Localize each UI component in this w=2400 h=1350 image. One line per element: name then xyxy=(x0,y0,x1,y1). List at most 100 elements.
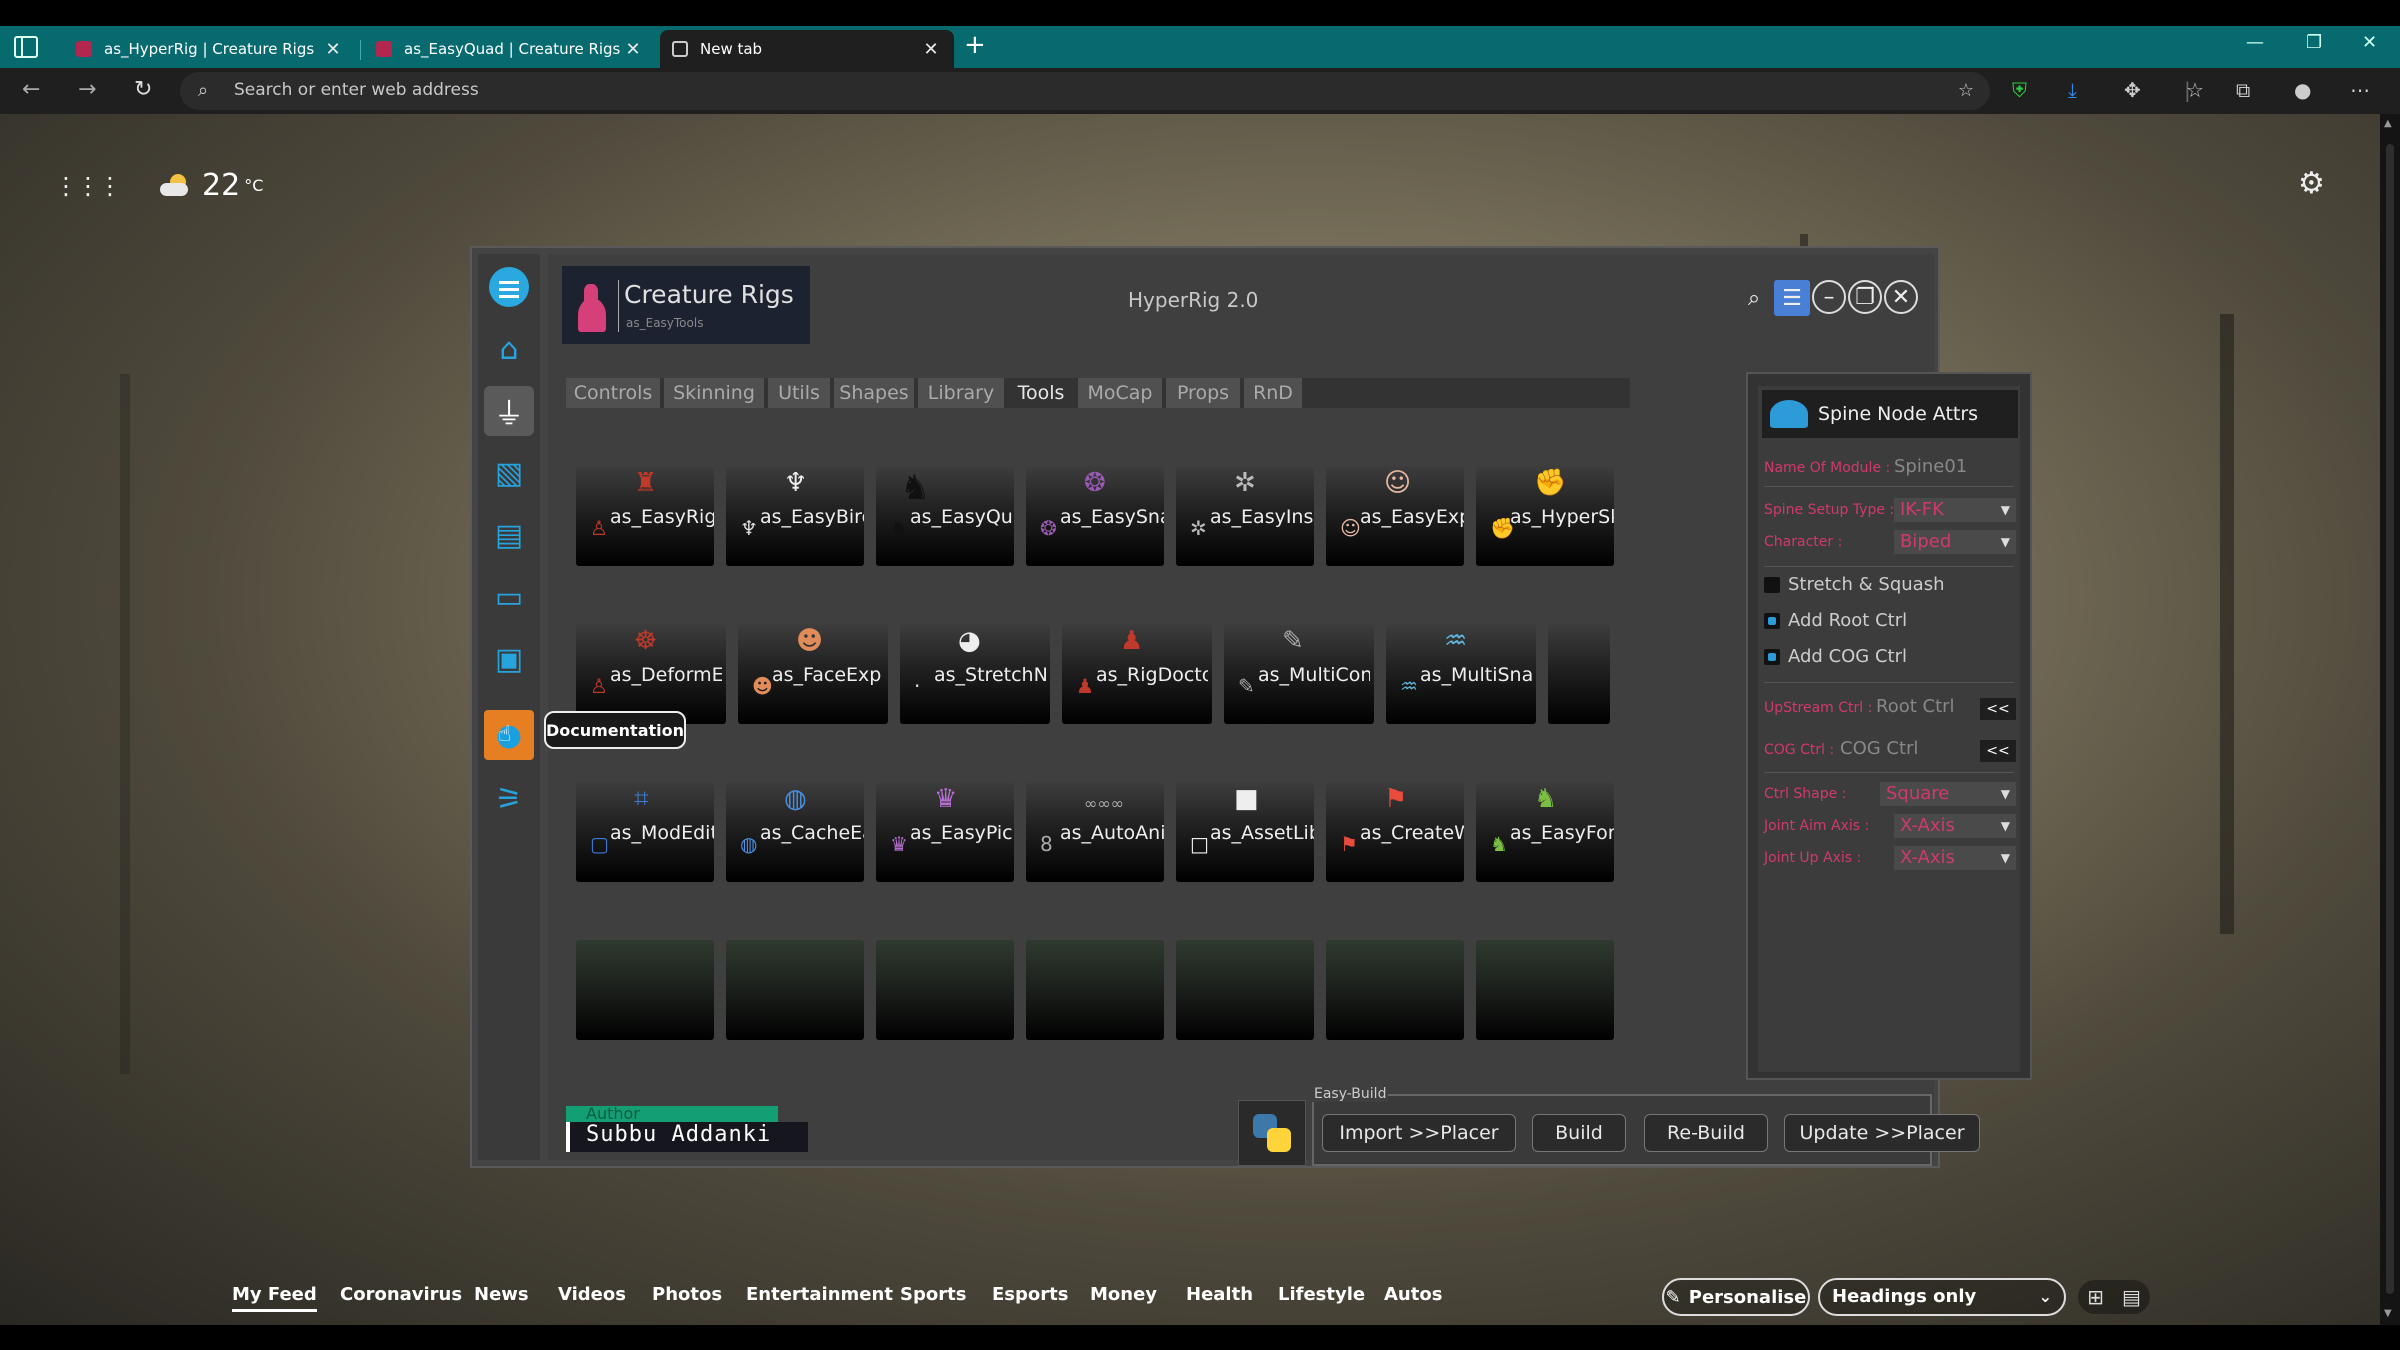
tool-stretchnsquash[interactable]: ◕ · as_StretchNSquash xyxy=(900,624,1050,724)
tool-easybird[interactable]: ♆ ♆ as_EasyBird xyxy=(726,466,864,566)
tab-controls[interactable]: Controls xyxy=(566,378,660,408)
tool-empty-slot[interactable] xyxy=(1176,940,1314,1040)
feed-tab-money[interactable]: Money xyxy=(1090,1284,1157,1305)
feed-tab-entertainment[interactable]: Entertainment xyxy=(746,1284,893,1305)
rebuild-button[interactable]: Re-Build xyxy=(1644,1114,1768,1152)
restore-icon[interactable]: ❐ xyxy=(1848,280,1882,314)
tab-easyquad[interactable]: as_EasyQuad | Creature Rigs ✕ xyxy=(364,30,656,68)
feed-tab-my-feed[interactable]: My Feed xyxy=(232,1284,317,1312)
more-icon[interactable]: ⋯ xyxy=(2350,78,2370,102)
import-placer-button[interactable]: Import >>Placer xyxy=(1322,1114,1516,1152)
tab-tools[interactable]: Tools xyxy=(1008,378,1074,408)
tool-hyperskin[interactable]: ✊ ✊ as_HyperSkin xyxy=(1476,466,1614,566)
python-button[interactable] xyxy=(1238,1100,1306,1166)
stretch-squash-checkbox[interactable]: Stretch & Squash xyxy=(1764,574,1944,595)
add-favorite-icon[interactable]: ☆ xyxy=(1958,80,1974,101)
tool-empty-slot[interactable] xyxy=(876,940,1014,1040)
page-scrollbar[interactable]: ▲ ▼ xyxy=(2380,114,2400,1325)
tool-empty-slot[interactable] xyxy=(576,940,714,1040)
refresh-icon[interactable]: ↻ xyxy=(134,77,152,102)
tab-rnd[interactable]: RnD xyxy=(1244,378,1302,408)
joint-up-axis-dropdown[interactable]: X-Axis ▼ xyxy=(1894,846,2016,870)
scroll-up-icon[interactable]: ▲ xyxy=(2384,118,2392,129)
tool-cacheeasy[interactable]: ◍ ◍ as_CacheEasy xyxy=(726,782,864,882)
close-icon[interactable]: ✕ xyxy=(622,39,644,60)
minimize-icon[interactable]: – xyxy=(1812,280,1846,314)
grid-layout-icon[interactable]: ⊞ xyxy=(2087,1285,2104,1309)
tab-hyperrig[interactable]: as_HyperRig | Creature Rigs ✕ xyxy=(64,30,356,68)
close-icon[interactable]: ✕ xyxy=(920,39,942,60)
favorites-icon[interactable]: ☆ xyxy=(2186,78,2204,102)
profile-avatar-icon[interactable]: ● xyxy=(2294,78,2311,102)
tool-empty-slot[interactable] xyxy=(1476,940,1614,1040)
page-settings-gear-icon[interactable]: ⚙ xyxy=(2298,166,2325,201)
menu-button[interactable] xyxy=(484,262,534,312)
collections-icon[interactable]: ⧉ xyxy=(2236,78,2250,102)
tool-deformeasy[interactable]: ☸ ♙ as_DeformEasy xyxy=(576,624,726,724)
home-button[interactable]: ⌂ xyxy=(484,324,534,374)
feed-tab-coronavirus[interactable]: Coronavirus xyxy=(340,1284,462,1305)
list-icon[interactable]: ☰ xyxy=(1774,280,1810,316)
tool-empty-slot[interactable] xyxy=(726,940,864,1040)
add-cog-ctrl-checkbox[interactable]: Add COG Ctrl xyxy=(1764,646,1907,667)
tool-faceexp[interactable]: ☻ ☻ as_FaceExp xyxy=(738,624,888,724)
tool-autoani[interactable]: ∞∞∞ 8 as_AutoAni xyxy=(1026,782,1164,882)
feed-tab-health[interactable]: Health xyxy=(1186,1284,1253,1305)
feed-tab-news[interactable]: News xyxy=(474,1284,529,1305)
restore-icon[interactable]: ❐ xyxy=(2306,32,2322,53)
name-of-module-field[interactable]: Spine01 xyxy=(1894,456,1967,477)
open-button[interactable]: ▭ xyxy=(484,572,534,622)
close-icon[interactable]: ✕ xyxy=(322,39,344,60)
minimize-icon[interactable]: — xyxy=(2246,32,2264,53)
tool-assetlib[interactable]: ■ □ as_AssetLib xyxy=(1176,782,1314,882)
tool-empty-slot[interactable] xyxy=(1026,940,1164,1040)
tool-multisnake[interactable]: ♒ ♒ as_MultiSnake xyxy=(1386,624,1536,724)
extensions-icon[interactable]: ✥ xyxy=(2124,78,2141,102)
tab-new-tab[interactable]: New tab ✕ xyxy=(660,30,954,68)
notes-button[interactable]: ▤ xyxy=(484,510,534,560)
download-icon[interactable]: ⤓ xyxy=(2068,78,2077,102)
tool-easyquad[interactable]: ♞ ♞ as_EasyQuad xyxy=(876,466,1014,566)
upstream-ctrl-field[interactable]: Root Ctrl xyxy=(1876,696,1955,717)
headings-dropdown[interactable]: Headings only ⌄ xyxy=(1818,1278,2066,1316)
feed-tab-lifestyle[interactable]: Lifestyle xyxy=(1278,1284,1365,1305)
tool-easysnake[interactable]: ❂ ❂ as_EasySnake xyxy=(1026,466,1164,566)
tool-modedit[interactable]: ⌗ ▢ as_ModEdit xyxy=(576,782,714,882)
upstream-pick-button[interactable]: << xyxy=(1980,698,2016,720)
tool-easyrig[interactable]: ♜ ♙ as_EasyRig xyxy=(576,466,714,566)
weather-widget[interactable]: ⋮⋮⋮ 22 °C xyxy=(54,168,263,203)
scrollbar-thumb[interactable] xyxy=(2386,144,2394,1294)
tool-multiconstraint[interactable]: ✎ ✎ as_MultiConstraint xyxy=(1224,624,1374,724)
new-tab-button[interactable]: + xyxy=(964,30,986,60)
tab-library[interactable]: Library xyxy=(918,378,1004,408)
feed-tab-videos[interactable]: Videos xyxy=(558,1284,626,1305)
forward-icon[interactable]: → xyxy=(78,77,96,102)
tab-actions-icon[interactable] xyxy=(14,36,38,58)
tool-easyexp[interactable]: ☺ ☺ as_EasyExp xyxy=(1326,466,1464,566)
feed-tab-photos[interactable]: Photos xyxy=(652,1284,722,1305)
tab-shapes[interactable]: Shapes xyxy=(834,378,914,408)
tab-props[interactable]: Props xyxy=(1166,378,1240,408)
address-bar[interactable]: ⌕ Search or enter web address ☆ xyxy=(180,72,1990,110)
plugin-button[interactable]: ⏚ xyxy=(484,386,534,436)
layout-toggle[interactable]: ⊞ ▤ xyxy=(2078,1280,2150,1314)
settings-button[interactable]: ⚞ xyxy=(484,774,534,824)
back-icon[interactable]: ← xyxy=(22,77,40,102)
add-root-ctrl-checkbox[interactable]: Add Root Ctrl xyxy=(1764,610,1907,631)
tool-empty-slot[interactable] xyxy=(1326,940,1464,1040)
inspect-icon[interactable]: ⌕ xyxy=(1736,280,1772,316)
tool-easyinsect[interactable]: ✲ ✲ as_EasyInsect xyxy=(1176,466,1314,566)
tab-mocap[interactable]: MoCap xyxy=(1078,378,1162,408)
tool-rigdoctor[interactable]: ♟ ♟ as_RigDoctor xyxy=(1062,624,1212,724)
tool-empty-slot[interactable] xyxy=(1548,624,1610,724)
personalise-button[interactable]: ✎ Personalise xyxy=(1662,1278,1810,1316)
window-close-icon[interactable]: ✕ xyxy=(2362,32,2377,53)
cog-pick-button[interactable]: << xyxy=(1980,740,2016,762)
apps-grid-icon[interactable]: ⋮⋮⋮ xyxy=(54,172,122,200)
tool-easyform[interactable]: ♞ ♞ as_EasyForm xyxy=(1476,782,1614,882)
build-button[interactable]: Build xyxy=(1532,1114,1626,1152)
tool-easypick[interactable]: ♛ ♛ as_EasyPick xyxy=(876,782,1014,882)
save-button[interactable]: ▣ xyxy=(484,634,534,684)
update-placer-button[interactable]: Update >>Placer xyxy=(1784,1114,1980,1152)
close-icon[interactable]: ✕ xyxy=(1884,280,1918,314)
